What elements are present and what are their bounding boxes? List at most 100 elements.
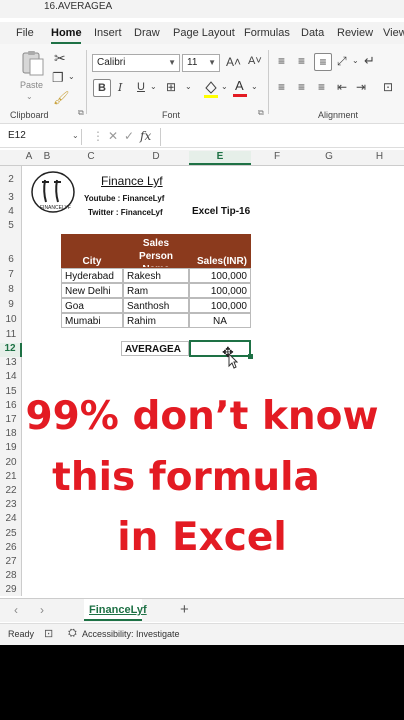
row-header-3[interactable]: 3: [0, 192, 22, 206]
header-city[interactable]: City: [61, 234, 123, 268]
column-header-f[interactable]: F: [251, 151, 303, 165]
tab-file[interactable]: File: [16, 27, 34, 39]
underline-button[interactable]: U: [137, 81, 145, 93]
formula-input[interactable]: [160, 128, 404, 146]
borders-dropdown-icon[interactable]: ⌄: [185, 82, 192, 91]
row-header-4[interactable]: 4: [0, 206, 22, 220]
paste-icon[interactable]: [20, 50, 46, 76]
row-header-29[interactable]: 29: [0, 584, 22, 598]
cell-person[interactable]: Rahim: [123, 313, 189, 328]
underline-dropdown-icon[interactable]: ⌄: [150, 82, 157, 91]
accessibility-status[interactable]: Accessibility: Investigate: [82, 629, 180, 639]
enter-icon[interactable]: ✓: [124, 129, 134, 143]
row-header-10[interactable]: 10: [0, 314, 22, 328]
row-header-6[interactable]: 6: [0, 254, 22, 268]
cell-city[interactable]: Hyderabad: [61, 268, 123, 283]
decrease-indent-icon[interactable]: ⇤: [337, 80, 347, 94]
column-header-c[interactable]: C: [59, 151, 123, 165]
font-color-icon[interactable]: A: [233, 77, 247, 102]
clipboard-launcher-icon[interactable]: ⧉: [78, 108, 84, 118]
paste-label[interactable]: Paste: [20, 80, 43, 90]
row-header-23[interactable]: 23: [0, 499, 22, 513]
cell-city[interactable]: Goa: [61, 298, 123, 313]
tab-review[interactable]: Review: [337, 27, 373, 39]
column-header-b[interactable]: B: [35, 151, 59, 165]
column-header-g[interactable]: G: [303, 151, 355, 165]
column-header-d[interactable]: D: [123, 151, 189, 165]
decrease-font-icon[interactable]: A˅: [248, 55, 262, 67]
row-header-13[interactable]: 13: [0, 357, 22, 371]
selected-cell-e12[interactable]: [189, 340, 251, 357]
cell-city[interactable]: New Delhi: [61, 283, 123, 298]
cell-sales[interactable]: 100,000: [189, 283, 251, 298]
more-icon[interactable]: ⋮: [92, 129, 104, 143]
row-header-14[interactable]: 14: [0, 371, 22, 385]
tab-home[interactable]: Home: [51, 27, 82, 39]
row-header-5[interactable]: 5: [0, 220, 22, 234]
add-sheet-button[interactable]: +: [180, 601, 189, 618]
align-bottom-icon[interactable]: ≡: [314, 53, 332, 71]
macro-record-icon[interactable]: ⊡: [44, 627, 53, 640]
cell-city[interactable]: Mumabi: [61, 313, 123, 328]
tab-draw[interactable]: Draw: [134, 27, 160, 39]
cell-person[interactable]: Ram: [123, 283, 189, 298]
fill-dropdown-icon[interactable]: ⌄: [221, 82, 228, 91]
cell-person[interactable]: Rakesh: [123, 268, 189, 283]
header-sales-inr[interactable]: Sales(INR): [189, 234, 251, 268]
prev-sheet-icon[interactable]: ‹: [14, 603, 18, 617]
header-sales-person[interactable]: Sales Person Name: [123, 234, 189, 268]
column-header-a[interactable]: A: [23, 151, 35, 165]
align-top-icon[interactable]: ≡: [278, 54, 285, 68]
name-box[interactable]: E12: [4, 129, 82, 145]
copy-icon[interactable]: ❐: [52, 70, 64, 86]
accessibility-icon[interactable]: ⛭: [68, 627, 77, 640]
merge-center-icon[interactable]: ⊡: [383, 80, 393, 94]
tab-insert[interactable]: Insert: [94, 27, 122, 39]
insert-function-icon[interactable]: fx: [140, 129, 151, 143]
row-header-9[interactable]: 9: [0, 299, 22, 313]
averagea-label[interactable]: AVERAGEA: [121, 341, 189, 356]
font-color-dropdown-icon[interactable]: ⌄: [251, 82, 258, 91]
borders-icon[interactable]: ⊞: [166, 80, 176, 94]
bold-button[interactable]: B: [93, 79, 111, 97]
tab-page-layout[interactable]: Page Layout: [173, 27, 235, 39]
wrap-text-icon[interactable]: ↵: [364, 53, 375, 69]
increase-indent-icon[interactable]: ⇥: [356, 80, 366, 94]
align-left-icon[interactable]: ≡: [278, 80, 285, 94]
fill-handle[interactable]: [248, 354, 253, 359]
cell-sales[interactable]: 100,000: [189, 268, 251, 283]
fill-color-icon[interactable]: [203, 79, 219, 102]
orientation-icon[interactable]: ⤢: [337, 54, 347, 69]
tab-view[interactable]: View: [383, 27, 404, 39]
font-size-select[interactable]: 11 ▼: [182, 54, 220, 72]
row-header-12[interactable]: 12: [0, 343, 22, 357]
font-launcher-icon[interactable]: ⧉: [258, 108, 264, 118]
row-header-8[interactable]: 8: [0, 284, 22, 298]
cut-icon[interactable]: ✂: [54, 50, 66, 67]
cancel-icon[interactable]: ✕: [108, 129, 118, 143]
row-header-11[interactable]: 11: [0, 329, 22, 343]
italic-button[interactable]: I: [118, 81, 122, 94]
font-name-select[interactable]: Calibri ▼: [92, 54, 180, 72]
copy-dropdown-icon[interactable]: ⌄: [68, 72, 75, 81]
tab-formulas[interactable]: Formulas: [244, 27, 290, 39]
orientation-dropdown-icon[interactable]: ⌄: [352, 56, 359, 65]
cell-sales[interactable]: NA: [189, 313, 251, 328]
row-header-28[interactable]: 28: [0, 570, 22, 584]
name-box-dropdown-icon[interactable]: ⌄: [72, 131, 79, 140]
sheet-tab-financelyf[interactable]: FinanceLyf: [84, 599, 147, 621]
align-middle-icon[interactable]: ≡: [298, 54, 305, 68]
paste-dropdown-icon[interactable]: ⌄: [26, 92, 33, 101]
next-sheet-icon[interactable]: ›: [40, 603, 44, 617]
align-center-icon[interactable]: ≡: [298, 80, 305, 94]
increase-font-icon[interactable]: A˄: [226, 55, 241, 69]
tab-data[interactable]: Data: [301, 27, 324, 39]
column-header-h[interactable]: H: [355, 151, 404, 165]
row-header-7[interactable]: 7: [0, 269, 22, 283]
cell-sales[interactable]: 100,000: [189, 298, 251, 313]
cell-person[interactable]: Santhosh: [123, 298, 189, 313]
format-painter-icon[interactable]: 🖌: [53, 90, 70, 106]
row-header-2[interactable]: 2: [0, 174, 22, 188]
align-right-icon[interactable]: ≡: [318, 80, 325, 94]
column-header-e[interactable]: E: [189, 151, 251, 165]
